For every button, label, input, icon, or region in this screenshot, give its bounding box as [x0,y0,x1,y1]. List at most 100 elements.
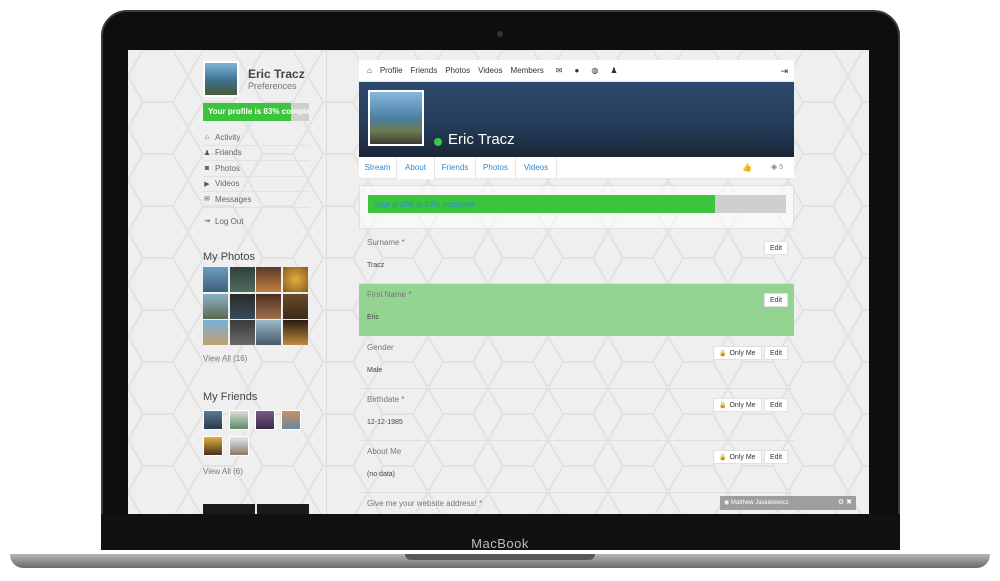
sidebar-item-label: Photos [215,163,240,173]
photo-thumb[interactable] [229,320,255,345]
thumbs-up-icon[interactable]: 👍 [742,163,752,172]
preferences-link[interactable]: Preferences [248,81,297,91]
sidebar-nav: ⌂ Activity ♟ Friends ◙ Photos ▶ Videos ✉ Mess… [203,130,309,229]
edit-button[interactable]: Edit [764,450,789,464]
field-surname: Surname * Tracz Edit [359,232,794,284]
sidebar-item-friends[interactable]: ♟ Friends [203,146,309,161]
sidebar-button[interactable] [203,504,255,514]
field-gender: Gender Male 🔒 Only Me Edit [359,337,794,389]
tab-videos[interactable]: Videos [516,157,557,179]
friend-avatar[interactable] [281,410,301,430]
friend-avatar[interactable] [229,436,249,456]
photo-thumb[interactable] [282,267,308,292]
field-label: Give me your website address! * [367,499,483,508]
tab-about[interactable]: About [397,157,435,179]
sidebar-item-videos[interactable]: ▶ Videos [203,177,309,192]
field-label: Surname * [367,238,405,247]
video-icon: ▶ [204,180,210,188]
photo-thumb[interactable] [282,293,308,319]
sidebar-profile-progress: Your profile is 83% complete [203,103,309,121]
edit-button[interactable]: Edit [764,398,789,412]
avatar[interactable] [203,61,239,97]
profile-avatar[interactable] [368,90,424,146]
envelope-icon: ✉ [204,196,210,204]
nav-profile[interactable]: Profile [380,66,403,75]
logout-label: Log Out [215,216,244,226]
edit-button[interactable]: Edit [764,346,789,360]
eye-icon: ◉ [771,164,780,171]
tab-photos[interactable]: Photos [476,157,516,179]
camera-icon: ◙ [204,164,210,172]
field-birthdate: Birthdate * 12-12-1985 🔒 Only Me Edit [359,389,794,441]
nav-members[interactable]: Members [510,66,543,75]
view-all-photos-link[interactable]: View All (16) [203,354,247,363]
friend-avatar[interactable] [255,410,275,430]
cover-banner: Eric Tracz [359,82,794,157]
field-label: First Name * [367,290,412,299]
visibility-button[interactable]: 🔒 Only Me [713,346,762,360]
edit-button[interactable]: Edit [764,293,789,307]
photo-thumb[interactable] [282,320,308,345]
lock-icon: 🔒 [719,351,727,357]
nav-videos[interactable]: Videos [478,66,502,75]
photo-thumb[interactable] [256,267,281,292]
view-count-value: 5 [779,164,783,171]
chat-bar[interactable]: ◉ Matthew Jasiukiewicz ⚙ ✖ [720,496,856,510]
sidebar: Eric Tracz Preferences Your profile is 8… [128,50,327,514]
photo-thumb[interactable] [203,320,228,345]
chat-user-icon: ◉ [724,500,731,506]
close-icon[interactable]: ✖ [846,499,852,506]
photo-grid [203,267,309,345]
photo-thumb[interactable] [203,267,228,292]
nav-photos[interactable]: Photos [445,66,470,75]
photo-thumb[interactable] [229,267,255,292]
visibility-button[interactable]: 🔒 Only Me [713,398,762,412]
progress-text: Your profile is 83% complete [374,200,476,209]
field-value: Eric [367,314,380,321]
my-friends-title: My Friends [203,391,258,403]
user-icon[interactable]: ● [575,66,580,75]
field-first-name: First Name * Eric Edit [359,284,794,336]
envelope-icon[interactable]: ✉ [556,66,563,75]
tab-stream[interactable]: Stream [359,157,397,179]
my-photos-title: My Photos [203,251,255,263]
sidebar-item-photos[interactable]: ◙ Photos [203,161,309,177]
profile-tabs: Stream About Friends Photos Videos 👍 ◉ 5 [359,157,794,179]
view-count: ◉ 5 [771,163,783,171]
friend-avatar[interactable] [203,410,223,430]
photo-thumb[interactable] [256,320,281,345]
sidebar-item-activity[interactable]: ⌂ Activity [203,130,309,146]
add-user-icon[interactable]: ♟ [610,66,617,75]
field-about-me: About Me (no data) 🔒 Only Me Edit [359,441,794,493]
edit-button[interactable]: Edit [764,241,789,255]
friend-avatar[interactable] [229,410,249,430]
globe-icon[interactable]: ◍ [591,66,598,75]
logout-icon[interactable]: ⇥ [780,66,788,77]
tab-friends[interactable]: Friends [435,157,476,179]
profile-progress-bar: Your profile is 83% complete [368,195,786,213]
sidebar-item-messages[interactable]: ✉ Messages [203,192,309,208]
progress-text: Your profile is 83% complete [208,107,309,116]
friend-avatar[interactable] [203,436,223,456]
photo-thumb[interactable] [256,293,281,319]
visibility-button[interactable]: 🔒 Only Me [713,450,762,464]
sidebar-item-label: Friends [215,148,242,158]
photo-thumb[interactable] [203,293,228,319]
field-value: 12-12-1985 [367,419,403,426]
photo-thumb[interactable] [229,293,255,319]
sidebar-item-label: Messages [215,194,252,204]
nav-friends[interactable]: Friends [411,66,438,75]
home-icon[interactable]: ⌂ [367,66,372,75]
view-all-friends-link[interactable]: View All (6) [203,467,243,476]
screen: Eric Tracz Preferences Your profile is 8… [128,50,869,514]
visibility-label: Only Me [729,402,756,409]
users-icon: ♟ [203,149,211,157]
visibility-label: Only Me [729,350,756,357]
sidebar-button[interactable] [257,504,309,514]
visibility-label: Only Me [729,454,756,461]
online-status-icon [434,138,442,146]
logout-link[interactable]: ⇥ Log Out [203,214,309,230]
gear-icon[interactable]: ⚙ [838,499,844,506]
user-name[interactable]: Eric Tracz [248,67,305,81]
lock-icon: 🔒 [719,455,727,461]
